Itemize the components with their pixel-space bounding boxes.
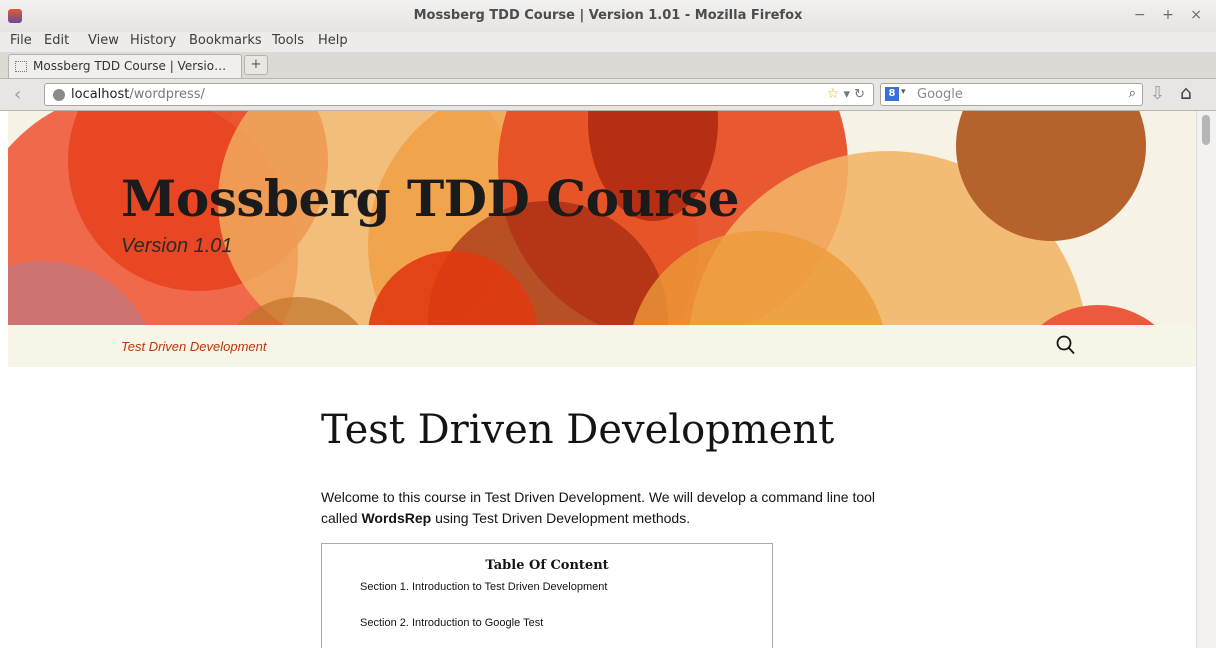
site-description: Version 1.01 bbox=[121, 235, 233, 257]
page-content: Test Driven Development Welcome to this … bbox=[321, 367, 881, 648]
table-of-content: Table Of Content Section 1. Introduction… bbox=[321, 543, 773, 648]
menu-help[interactable]: Help bbox=[318, 33, 348, 48]
scrollbar-thumb[interactable] bbox=[1202, 115, 1210, 145]
menu-edit[interactable]: Edit bbox=[44, 33, 69, 48]
search-placeholder: Google bbox=[917, 87, 963, 102]
window-controls[interactable]: − + × bbox=[1134, 7, 1208, 23]
navigation-toolbar: ‹ localhost/wordpress/ ☆ ▾ ↻ 8 ▾ Google … bbox=[0, 78, 1216, 111]
download-icon[interactable]: ⇩ bbox=[1150, 83, 1165, 104]
intro-text-end: using Test Driven Development methods. bbox=[431, 510, 691, 526]
url-bar[interactable]: localhost/wordpress/ ☆ ▾ ↻ bbox=[44, 83, 874, 106]
back-arrow-icon[interactable]: ‹ bbox=[14, 84, 21, 105]
tool-name: WordsRep bbox=[361, 510, 432, 526]
url-actions: ☆ ▾ ↻ bbox=[827, 86, 865, 102]
search-icon[interactable] bbox=[1056, 335, 1076, 357]
search-engine-icon[interactable]: 8 bbox=[885, 87, 899, 101]
toc-item[interactable]: Section 1. Introduction to Test Driven D… bbox=[360, 581, 772, 593]
menu-view[interactable]: View bbox=[88, 33, 119, 48]
page-title: Test Driven Development bbox=[321, 407, 835, 453]
site-header[interactable]: Mossberg TDD Course Version 1.01 bbox=[8, 111, 1196, 325]
url-path: /wordpress/ bbox=[129, 87, 205, 102]
menu-file[interactable]: File bbox=[10, 33, 32, 48]
site-identity-icon[interactable] bbox=[53, 89, 65, 101]
bookmark-star-icon[interactable]: ☆ bbox=[827, 86, 840, 102]
toc-item[interactable]: Section 2. Introduction to Google Test bbox=[360, 617, 772, 629]
menu-bar: File Edit View History Bookmarks Tools H… bbox=[0, 32, 1216, 52]
window-titlebar: Mossberg TDD Course | Version 1.01 - Moz… bbox=[0, 0, 1216, 32]
nav-link-test-driven-development[interactable]: Test Driven Development bbox=[121, 339, 266, 354]
search-bar[interactable]: 8 ▾ Google ⌕ bbox=[880, 83, 1143, 106]
tab-strip: Mossberg TDD Course | Versio… + bbox=[0, 52, 1216, 78]
url-host: localhost bbox=[71, 87, 130, 102]
window-title: Mossberg TDD Course | Version 1.01 - Moz… bbox=[413, 8, 803, 23]
reload-icon[interactable]: ▾ ↻ bbox=[843, 87, 865, 102]
menu-bookmarks[interactable]: Bookmarks bbox=[189, 33, 262, 48]
tab-active[interactable]: Mossberg TDD Course | Versio… bbox=[8, 54, 242, 78]
menu-history[interactable]: History bbox=[130, 33, 176, 48]
site-title[interactable]: Mossberg TDD Course bbox=[121, 169, 740, 228]
menu-tools[interactable]: Tools bbox=[272, 33, 304, 48]
home-icon[interactable]: ⌂ bbox=[1180, 82, 1192, 104]
tab-label: Mossberg TDD Course | Versio… bbox=[33, 59, 227, 73]
site-navigation: Test Driven Development bbox=[8, 325, 1196, 367]
intro-paragraph: Welcome to this course in Test Driven De… bbox=[321, 487, 881, 529]
chevron-down-icon[interactable]: ▾ bbox=[901, 87, 906, 97]
toc-title: Table Of Content bbox=[485, 558, 609, 573]
page-favicon-icon bbox=[15, 61, 27, 72]
vertical-scrollbar[interactable] bbox=[1196, 111, 1216, 648]
new-tab-button[interactable]: + bbox=[244, 55, 268, 75]
search-icon[interactable]: ⌕ bbox=[1129, 86, 1136, 101]
page-viewport: Mossberg TDD Course Version 1.01 Test Dr… bbox=[0, 111, 1216, 648]
